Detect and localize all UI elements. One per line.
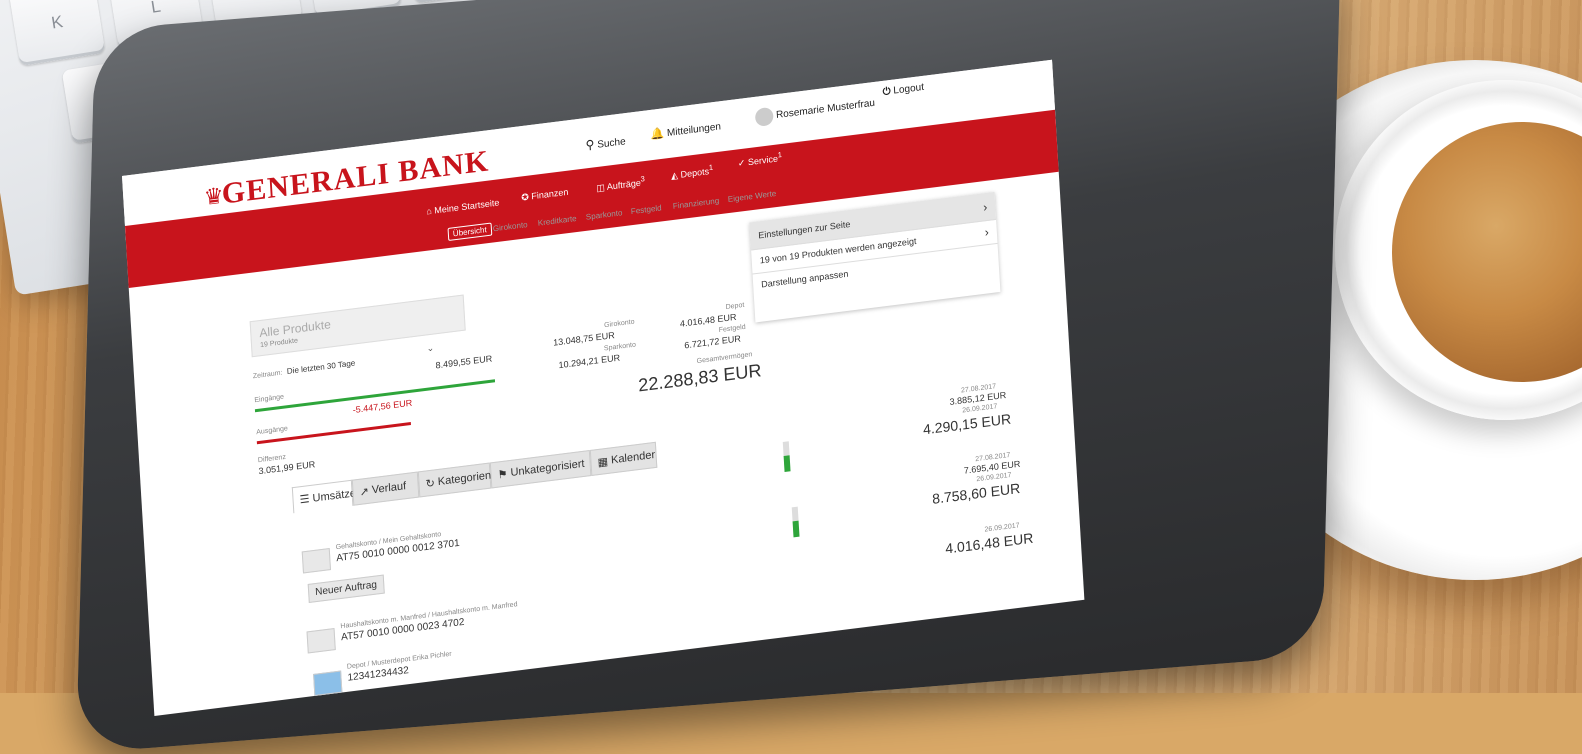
chevron-right-icon: › bbox=[984, 224, 990, 240]
chevron-right-icon: › bbox=[982, 199, 988, 215]
bank-card-icon bbox=[306, 628, 336, 654]
depot-card-icon bbox=[313, 670, 343, 696]
tab-verlauf[interactable]: ↗ Verlauf bbox=[351, 471, 420, 506]
home-icon: ⌂ bbox=[426, 205, 433, 217]
period-label: Zeitraum: bbox=[252, 369, 283, 381]
orders-icon: ◫ bbox=[595, 182, 606, 194]
period-select[interactable]: Die letzten 30 Tage bbox=[287, 358, 356, 376]
settings-panel: Einstellungen zur Seite › 19 von 19 Prod… bbox=[749, 191, 1001, 323]
calendar-icon: ▦ bbox=[597, 455, 609, 469]
chart-bar-current bbox=[792, 520, 800, 538]
new-order-button[interactable]: Neuer Auftrag bbox=[307, 574, 385, 603]
chart-bar-prev bbox=[782, 441, 790, 456]
chart-bar-prev bbox=[791, 506, 799, 522]
tablet: ♛ GENERALI BANK ⚲ Suche 🔔 Mitteilungen R… bbox=[0, 0, 1582, 754]
service-badge: 1 bbox=[777, 149, 783, 160]
sparkonto-value: 10.294,21 EUR bbox=[558, 352, 621, 371]
power-icon: ⏻ bbox=[882, 86, 891, 98]
income-value: 8.499,55 EUR bbox=[435, 353, 493, 371]
trend-icon: ↗ bbox=[359, 485, 370, 499]
tab-umsaetze[interactable]: ☰ Umsätze bbox=[291, 479, 356, 514]
expense-value: -5.447,56 EUR bbox=[352, 397, 413, 416]
chevron-down-icon[interactable]: ⌄ bbox=[426, 343, 434, 355]
flag-icon: ⚑ bbox=[497, 467, 508, 482]
account-balance-big: 4.016,48 EUR bbox=[944, 529, 1034, 557]
expense-label: Ausgänge bbox=[256, 425, 289, 437]
account-balance-big: 8.758,60 EUR bbox=[931, 479, 1021, 507]
depots-badge: 1 bbox=[708, 162, 714, 173]
festgeld-value: 6.721,72 EUR bbox=[683, 333, 742, 351]
tablet-screen: ♛ GENERALI BANK ⚲ Suche 🔔 Mitteilungen R… bbox=[122, 59, 1085, 716]
service-icon: ✓ bbox=[737, 157, 746, 169]
chart-bar-current bbox=[783, 455, 791, 472]
finances-icon: ✪ bbox=[520, 191, 530, 203]
tab-kalender[interactable]: ▦ Kalender bbox=[589, 441, 658, 476]
search-icon: ⚲ bbox=[585, 137, 595, 153]
bank-card-icon bbox=[301, 548, 332, 574]
refresh-icon: ↻ bbox=[425, 476, 436, 491]
chart-icon: ◭ bbox=[670, 170, 679, 181]
tab-unkategorisiert[interactable]: ⚑ Unkategorisiert bbox=[489, 450, 592, 489]
bell-icon: 🔔 bbox=[650, 127, 665, 142]
orders-badge: 3 bbox=[640, 174, 646, 184]
tab-kategorien[interactable]: ↻ Kategorien bbox=[417, 462, 491, 498]
account-balance-big: 4.290,15 EUR bbox=[922, 410, 1012, 438]
avatar bbox=[754, 106, 774, 127]
total-value: 22.288,83 EUR bbox=[637, 360, 763, 396]
list-icon: ☰ bbox=[299, 493, 310, 507]
depot-label: Depot bbox=[725, 301, 745, 312]
tab-bar: ☰ Umsätze ↗ Verlauf ↻ Kategorien ⚑ Unkat… bbox=[291, 441, 658, 514]
income-label: Eingänge bbox=[254, 393, 285, 405]
